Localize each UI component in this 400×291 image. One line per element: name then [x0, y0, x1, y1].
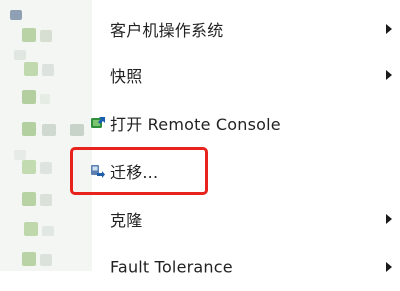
remote-console-icon	[90, 115, 106, 131]
menu-item-snapshot[interactable]: 快照	[92, 51, 400, 99]
blurred-block	[22, 28, 36, 42]
blurred-block	[22, 122, 36, 136]
blurred-block	[14, 50, 26, 60]
blurred-block	[40, 194, 52, 206]
blurred-block	[42, 124, 56, 136]
menu-item-label: 克隆	[110, 211, 143, 230]
menu-item-label: 快照	[110, 67, 143, 86]
menu-item-label: Fault Tolerance	[110, 257, 233, 277]
blurred-block	[40, 254, 52, 266]
blurred-block	[22, 160, 36, 174]
menu-item-guest-os[interactable]: 客户机操作系统	[92, 5, 400, 53]
blurred-block	[22, 252, 36, 266]
blurred-block	[40, 162, 52, 174]
context-menu: 客户机操作系统 快照 打开 Remote Console 迁移... 克隆 Fa…	[90, 0, 400, 277]
submenu-arrow-icon	[386, 214, 392, 224]
blurred-block	[22, 192, 36, 206]
submenu-arrow-icon	[386, 70, 392, 80]
blurred-tree-icon	[10, 10, 22, 20]
blurred-block	[40, 94, 50, 104]
menu-item-open-remote-console[interactable]: 打开 Remote Console	[90, 99, 400, 147]
blurred-inventory-panel	[0, 0, 92, 271]
blurred-block	[24, 62, 38, 76]
blurred-block	[70, 124, 84, 136]
submenu-arrow-icon	[386, 24, 392, 34]
blurred-block	[22, 90, 36, 104]
blurred-block	[14, 150, 26, 160]
blurred-block	[24, 222, 38, 236]
menu-item-label: 打开 Remote Console	[110, 115, 281, 134]
blurred-block	[40, 30, 52, 42]
highlight-annotation-box	[70, 147, 208, 195]
menu-item-label: 客户机操作系统	[110, 21, 224, 40]
blurred-block	[42, 226, 54, 236]
blurred-block	[42, 64, 54, 76]
menu-item-clone[interactable]: 克隆	[92, 195, 400, 243]
menu-item-fault-tolerance[interactable]: Fault Tolerance	[92, 243, 400, 291]
